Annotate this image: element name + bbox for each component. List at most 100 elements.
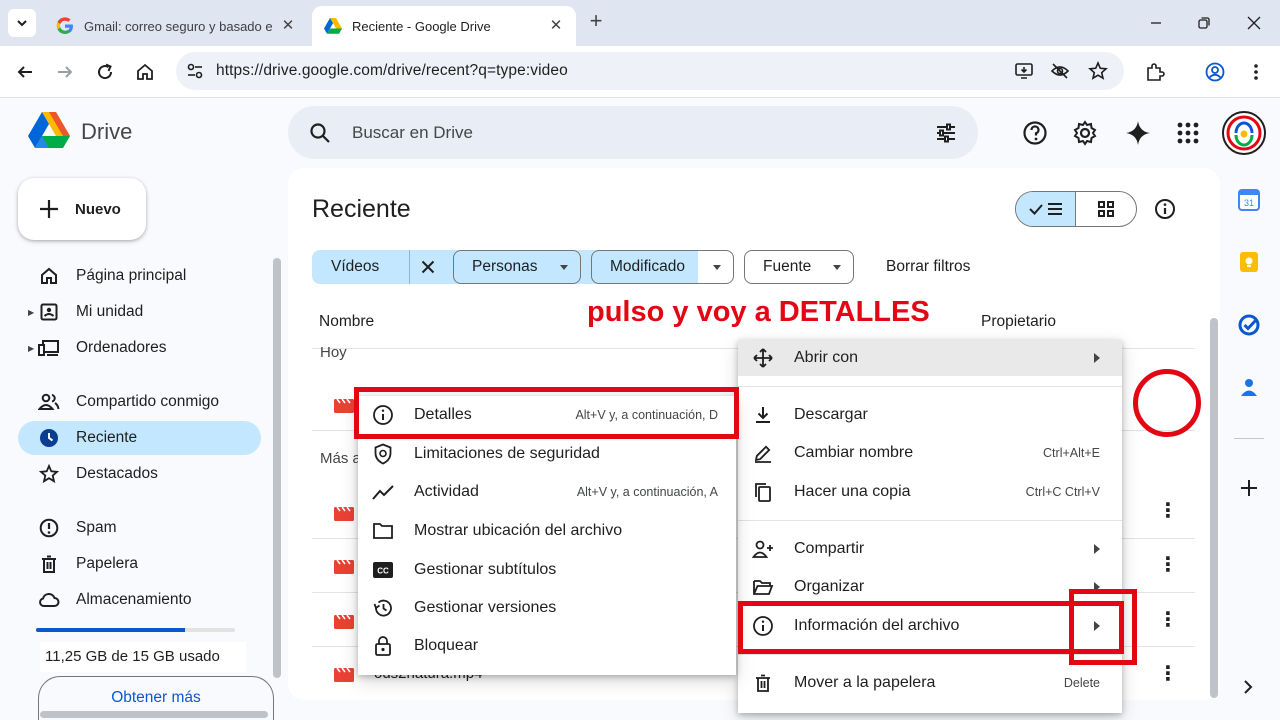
sidebar-item-spam[interactable]: Spam xyxy=(18,511,261,545)
extensions-button[interactable] xyxy=(1141,58,1169,86)
avatar[interactable] xyxy=(1222,111,1266,155)
menu-item-download[interactable]: Descargar xyxy=(738,397,1122,433)
sidebar-item-computers[interactable]: ▶ Ordenadores xyxy=(18,331,261,365)
sidebar-scrollbar[interactable] xyxy=(273,258,281,678)
menu-item-label: Abrir con xyxy=(794,349,859,366)
info-icon[interactable] xyxy=(1154,198,1176,220)
lock-icon xyxy=(375,636,391,656)
menu-item-move-to-trash[interactable]: Mover a la papelera Delete xyxy=(738,665,1122,701)
minimize-icon xyxy=(1151,22,1161,24)
search-input[interactable]: Buscar en Drive xyxy=(352,123,473,143)
sidebar-item-shared[interactable]: Compartido conmigo xyxy=(18,385,261,419)
dropdown-arrow-icon xyxy=(713,265,721,270)
menu-item-organize[interactable]: Organizar xyxy=(738,569,1122,605)
menu-item-security-limitations[interactable]: Limitaciones de seguridad xyxy=(358,436,736,472)
plus-icon[interactable] xyxy=(1238,477,1260,499)
install-app-icon[interactable] xyxy=(1014,61,1034,81)
menu-item-activity[interactable]: Actividad Alt+V y, a continuación, A xyxy=(358,474,736,510)
keep-icon[interactable] xyxy=(1238,251,1260,273)
forward-button[interactable] xyxy=(51,58,79,86)
browser-menu-button[interactable] xyxy=(1242,58,1270,86)
profile-button[interactable] xyxy=(1201,58,1229,86)
filter-chip-modified[interactable]: Modificado xyxy=(591,250,734,284)
home-icon xyxy=(41,267,57,284)
tab-drive[interactable]: Reciente - Google Drive ✕ xyxy=(312,6,576,46)
new-tab-button[interactable]: + xyxy=(584,10,608,34)
home-icon xyxy=(137,63,153,80)
sidebar-item-starred[interactable]: Destacados xyxy=(18,457,261,491)
new-button[interactable]: Nuevo xyxy=(18,178,146,240)
storage-bar xyxy=(36,628,235,632)
row-more-button[interactable]: ⋮ xyxy=(1158,664,1178,684)
back-button[interactable] xyxy=(11,58,39,86)
row-more-button[interactable]: ⋮ xyxy=(1158,501,1178,521)
chevron-right-icon[interactable] xyxy=(1240,676,1256,698)
main-scrollbar[interactable] xyxy=(1210,318,1218,698)
filter-chip-label: Personas xyxy=(472,258,538,275)
menu-item-make-copy[interactable]: Hacer una copia Ctrl+C Ctrl+V xyxy=(738,474,1122,510)
annotation-box-file-info xyxy=(738,601,1124,654)
annotation-box-details xyxy=(354,387,739,439)
search-bar[interactable]: Buscar en Drive xyxy=(288,106,978,159)
close-window-button[interactable] xyxy=(1234,8,1274,38)
menu-item-lock[interactable]: Bloquear xyxy=(358,628,736,664)
minimize-button[interactable] xyxy=(1136,8,1176,38)
gemini-sparkle-icon[interactable] xyxy=(1125,120,1151,146)
dropdown-arrow-icon xyxy=(560,265,568,270)
contacts-icon[interactable] xyxy=(1238,376,1260,398)
tab-gmail[interactable]: Gmail: correo seguro y basado en ✕ xyxy=(44,6,308,46)
sidebar-item-recent[interactable]: Reciente xyxy=(18,421,261,455)
horizontal-scrollbar[interactable] xyxy=(40,711,268,718)
caret-right-icon[interactable]: ▶ xyxy=(28,344,34,353)
tab-search-button[interactable] xyxy=(8,9,36,37)
caret-right-icon[interactable]: ▶ xyxy=(28,308,34,317)
filter-chip-label: Modificado xyxy=(610,258,685,275)
calendar-icon[interactable]: 31 xyxy=(1238,189,1260,211)
arrow-left-icon xyxy=(17,66,32,78)
settings-icon[interactable] xyxy=(1072,120,1098,146)
help-icon[interactable] xyxy=(1022,120,1048,146)
column-header-owner[interactable]: Propietario xyxy=(981,313,1056,331)
tasks-icon[interactable] xyxy=(1238,314,1260,336)
drive-icon xyxy=(40,303,58,321)
drive-logo-icon xyxy=(324,18,342,34)
menu-item-open-with[interactable]: Abrir con xyxy=(738,340,1122,376)
tune-icon[interactable] xyxy=(934,121,958,145)
menu-item-show-file-location[interactable]: Mostrar ubicación del archivo xyxy=(358,513,736,549)
home-button[interactable] xyxy=(131,58,159,86)
column-header-name[interactable]: Nombre xyxy=(319,313,374,331)
menu-item-manage-subtitles[interactable]: CC Gestionar subtítulos xyxy=(358,552,736,588)
star-icon[interactable] xyxy=(1088,61,1108,81)
view-toggle[interactable] xyxy=(1015,191,1137,227)
row-more-button[interactable]: ⋮ xyxy=(1158,610,1178,630)
menu-item-shortcut: Ctrl+C Ctrl+V xyxy=(1025,485,1100,499)
address-bar[interactable]: https://drive.google.com/drive/recent?q=… xyxy=(176,52,1124,90)
close-icon[interactable]: ✕ xyxy=(280,18,296,34)
grid-view-button[interactable] xyxy=(1076,192,1136,226)
restore-button[interactable] xyxy=(1184,8,1224,38)
menu-item-manage-versions[interactable]: Gestionar versiones xyxy=(358,590,736,626)
menu-item-rename[interactable]: Cambiar nombre Ctrl+Alt+E xyxy=(738,435,1122,471)
apps-grid-icon[interactable] xyxy=(1175,120,1201,146)
sidebar-item-trash[interactable]: Papelera xyxy=(18,547,261,581)
filter-chip-people[interactable]: Personas xyxy=(453,250,581,284)
sidebar-item-label: Destacados xyxy=(76,465,158,482)
menu-item-label: Mover a la papelera xyxy=(794,674,936,691)
search-icon[interactable] xyxy=(308,121,332,145)
row-more-button[interactable]: ⋮ xyxy=(1158,555,1178,575)
menu-item-share[interactable]: Compartir xyxy=(738,531,1122,567)
eye-off-icon[interactable] xyxy=(1050,61,1070,81)
reload-button[interactable] xyxy=(91,58,119,86)
sidebar-item-storage[interactable]: Almacenamiento xyxy=(18,583,261,617)
sidebar-item-my-drive[interactable]: ▶ Mi unidad xyxy=(18,295,261,329)
close-icon[interactable]: ✕ xyxy=(548,18,564,34)
list-view-button[interactable] xyxy=(1016,192,1076,226)
site-info-icon[interactable] xyxy=(186,62,204,80)
arrow-right-icon xyxy=(58,66,73,78)
filter-chip-source[interactable]: Fuente xyxy=(744,250,854,284)
drive-logo-icon[interactable] xyxy=(28,112,70,150)
storage-bar-fill xyxy=(36,628,186,632)
clear-filter-button[interactable] xyxy=(409,250,445,284)
sidebar-item-home[interactable]: Página principal xyxy=(18,259,261,293)
clear-filters-button[interactable]: Borrar filtros xyxy=(886,258,970,276)
